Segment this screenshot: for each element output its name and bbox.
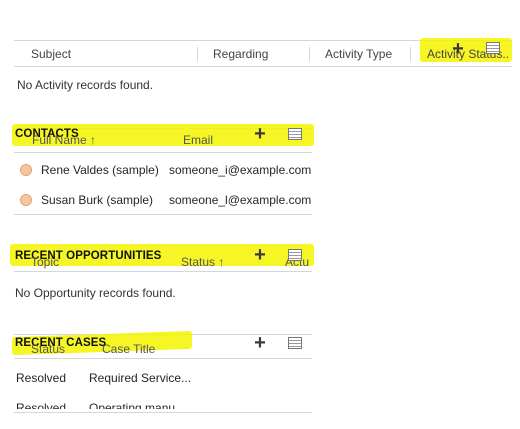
column-activity-type[interactable]: Activity Type <box>325 47 392 61</box>
opportunities-header-border <box>14 271 312 272</box>
contact-email[interactable]: someone_l@example.com <box>169 193 311 207</box>
avatar <box>20 194 32 206</box>
column-separator <box>197 47 198 61</box>
grid-view-icon[interactable] <box>288 128 302 140</box>
column-regarding[interactable]: Regarding <box>213 47 268 61</box>
column-separator <box>309 47 310 61</box>
activities-header-border <box>14 66 512 67</box>
case-status[interactable]: Resolved <box>16 401 66 409</box>
column-full-name[interactable]: Full Name ↑ <box>32 133 96 147</box>
cases-header-border <box>14 358 312 359</box>
contacts-header-border <box>14 152 312 153</box>
column-status[interactable]: Status ↑ <box>181 255 224 269</box>
column-subject[interactable]: Subject <box>31 47 71 61</box>
column-separator <box>410 47 411 61</box>
column-case-title[interactable]: Case Title <box>102 342 155 356</box>
contact-name[interactable]: Susan Burk (sample) <box>41 193 153 207</box>
case-title[interactable]: Required Service... <box>89 371 191 385</box>
contact-email[interactable]: someone_i@example.com <box>169 163 311 177</box>
add-icon[interactable]: + <box>252 124 268 144</box>
column-topic[interactable]: Topic <box>31 255 59 269</box>
grid-view-icon[interactable] <box>288 337 302 349</box>
column-status[interactable]: Status <box>31 342 65 356</box>
table-row[interactable]: Resolved Operating manu <box>0 396 320 409</box>
case-title[interactable]: Operating manu <box>89 401 175 409</box>
add-icon[interactable]: + <box>252 333 268 353</box>
add-icon[interactable]: + <box>252 245 268 265</box>
case-status[interactable]: Resolved <box>16 371 66 385</box>
activities-empty-message: No Activity records found. <box>17 78 154 92</box>
grid-view-icon[interactable] <box>288 249 302 261</box>
column-email[interactable]: Email <box>183 133 213 147</box>
add-icon[interactable]: + <box>450 39 466 59</box>
contact-name[interactable]: Rene Valdes (sample) <box>41 163 159 177</box>
contacts-bottom-border <box>14 214 312 215</box>
avatar <box>20 164 32 176</box>
cases-bottom-border <box>14 412 312 413</box>
grid-view-icon[interactable] <box>486 42 500 54</box>
opportunities-empty-message: No Opportunity records found. <box>15 286 176 300</box>
